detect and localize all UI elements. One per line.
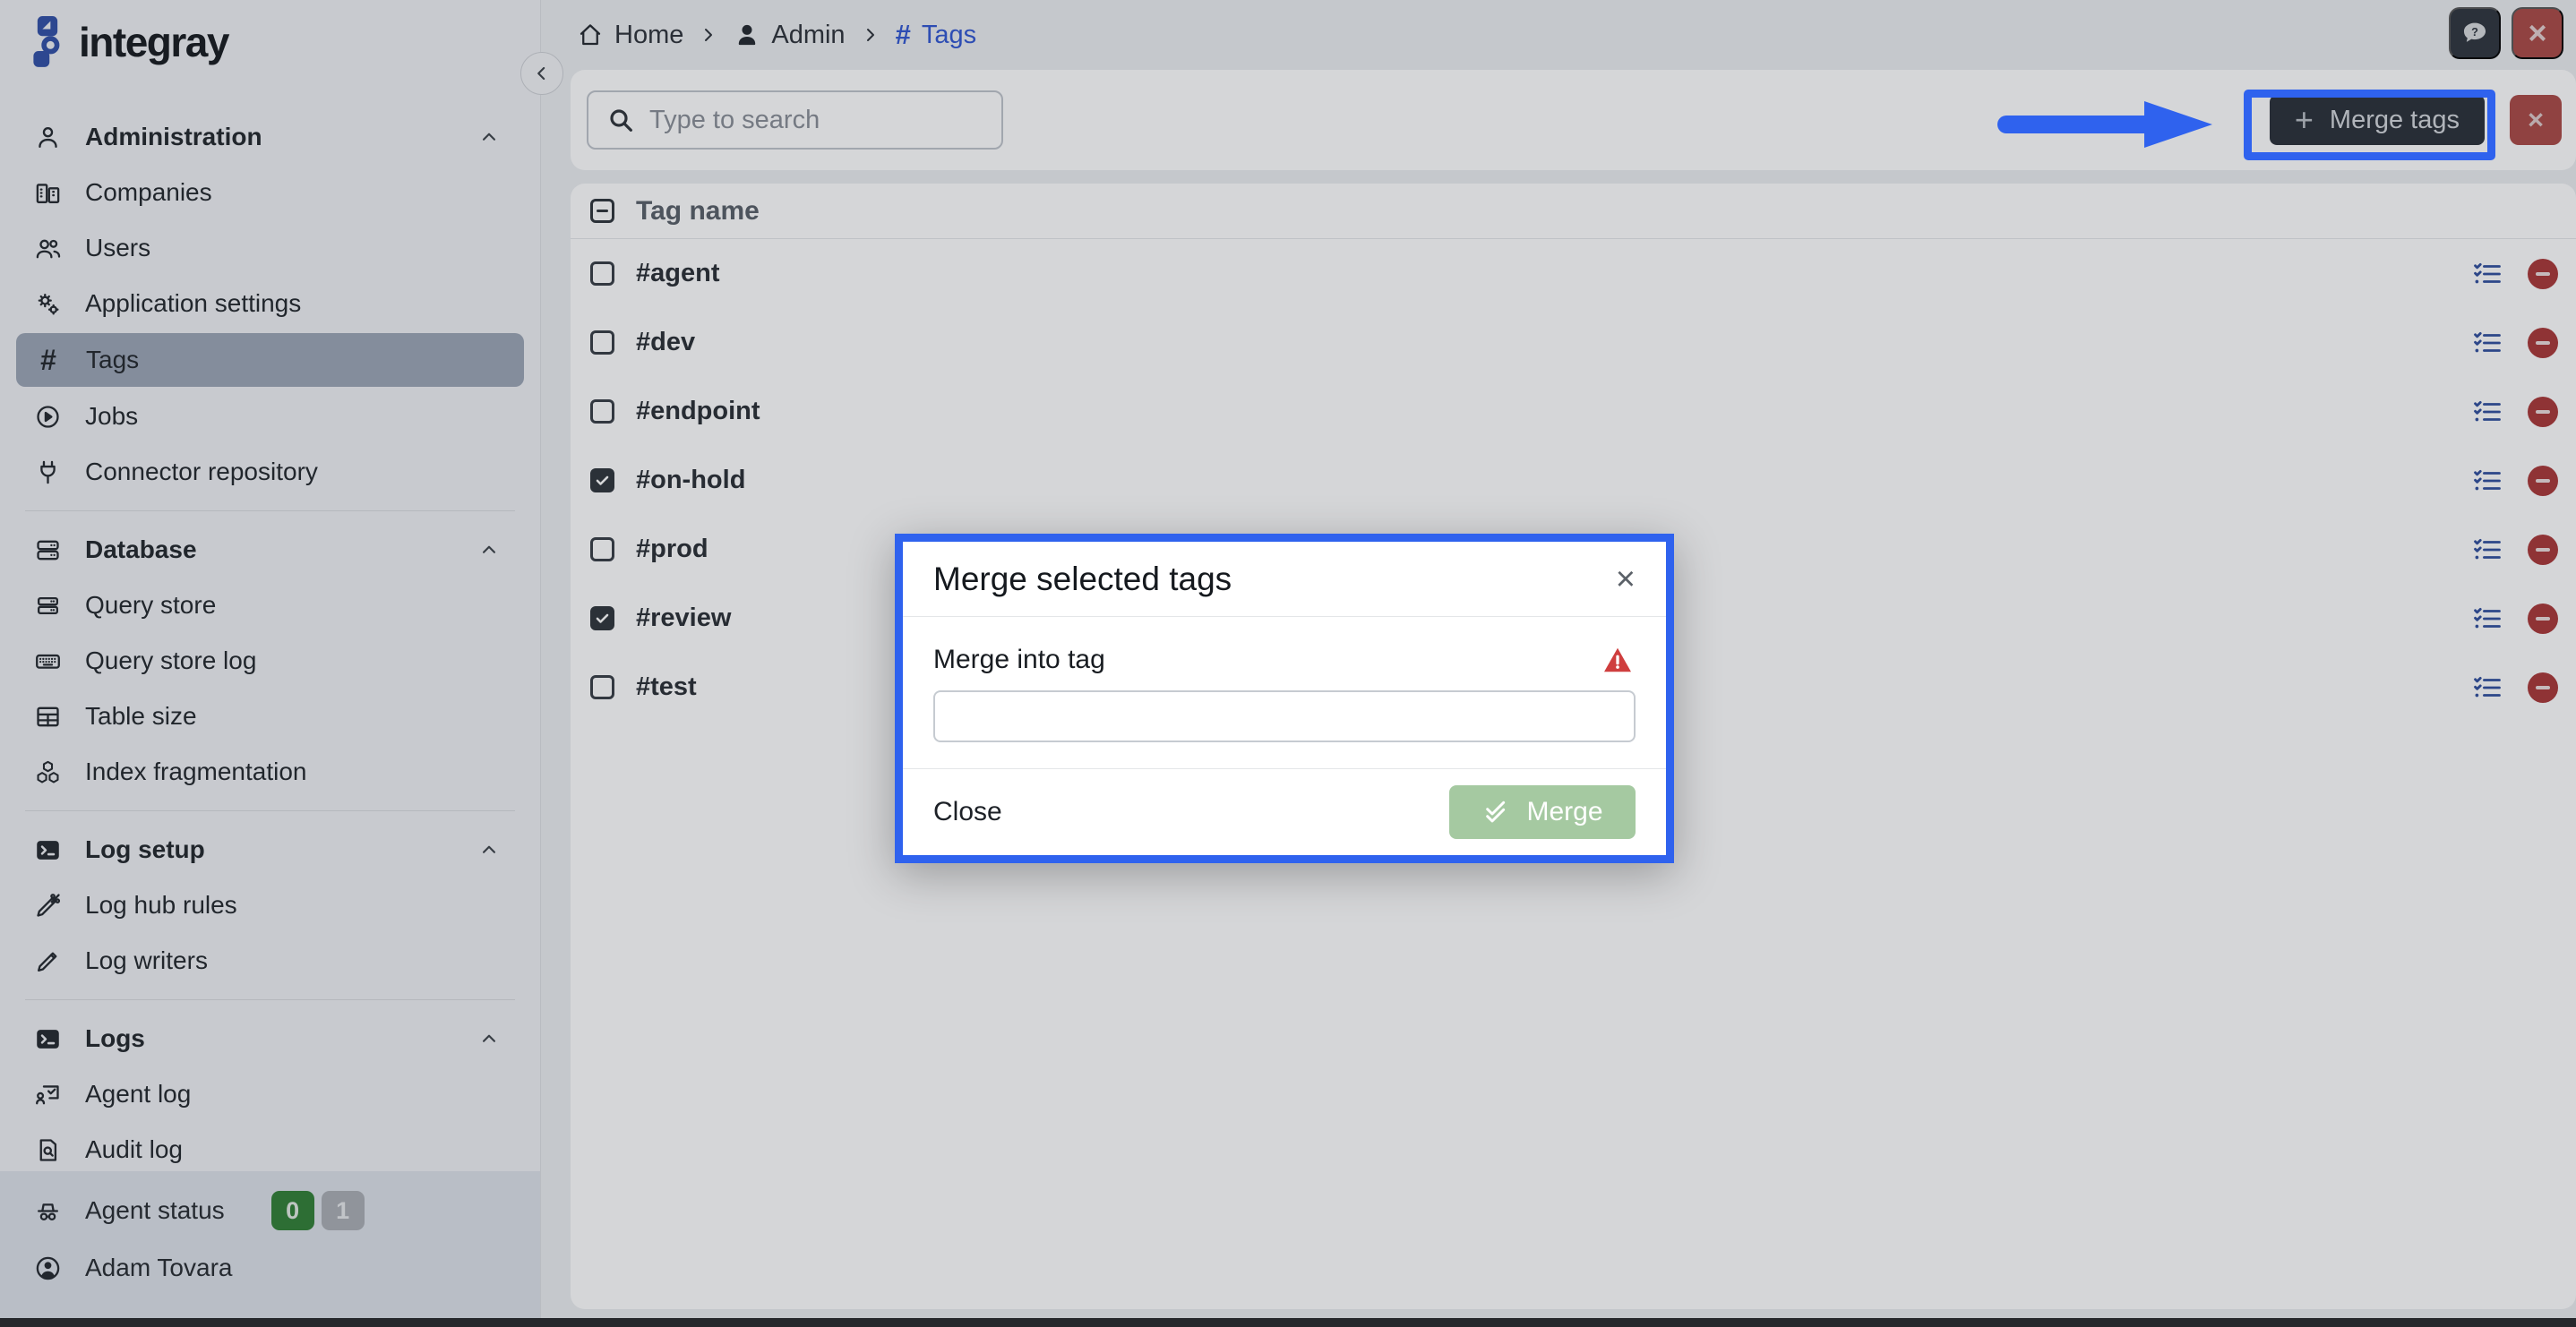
warning-icon: [1600, 644, 1636, 676]
merge-into-tag-label: Merge into tag: [933, 645, 1105, 675]
modal-body: Merge into tag: [903, 617, 1666, 742]
modal-footer: Close Merge: [903, 768, 1666, 855]
merge-tags-modal: Merge selected tags × Merge into tag Clo…: [895, 534, 1674, 863]
modal-close-icon[interactable]: ×: [1616, 562, 1636, 596]
app-window: integray Administration Companies Users …: [0, 0, 2576, 1327]
window-bottom-edge: [0, 1318, 2576, 1327]
double-check-icon: [1481, 798, 1510, 826]
modal-close-button[interactable]: Close: [933, 797, 1002, 827]
merge-into-tag-input[interactable]: [933, 690, 1636, 742]
modal-title: Merge selected tags: [933, 561, 1232, 598]
modal-merge-button[interactable]: Merge: [1449, 785, 1636, 839]
modal-header: Merge selected tags ×: [903, 542, 1666, 617]
